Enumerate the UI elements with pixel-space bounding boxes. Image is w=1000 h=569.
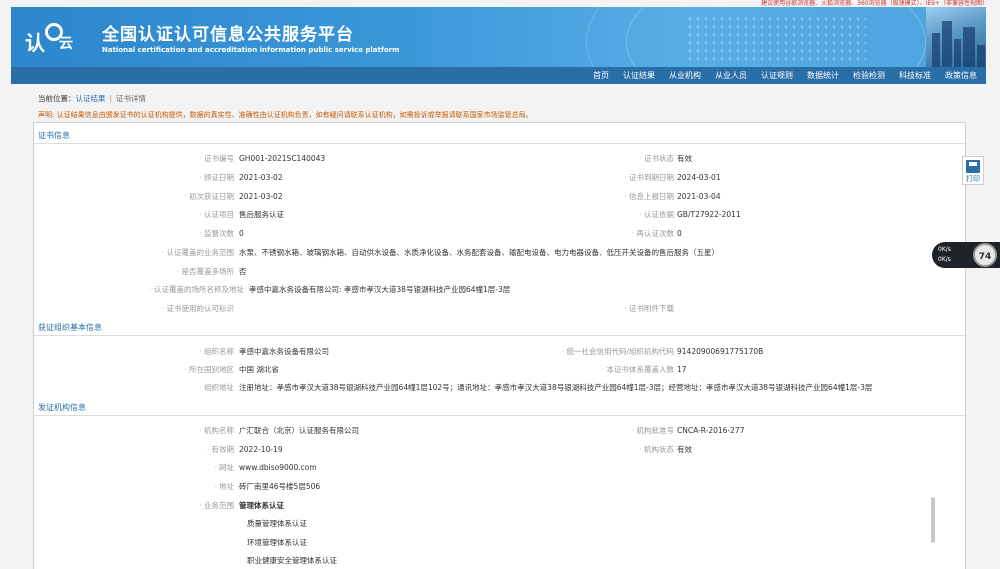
issuer-website-link[interactable]: www.dbiso9000.com: [239, 463, 317, 473]
declaration-text: 声明: 认证结果信息由颁发证书的认证机构提供，数据的真实性、准确性由认证机构负责…: [38, 111, 533, 119]
network-speed-widget[interactable]: 0K/s 0K/s 74: [932, 242, 1000, 268]
breadcrumb-current: 证书详情: [116, 94, 147, 103]
print-button[interactable]: 打印: [962, 156, 984, 185]
browser-notice: 建议使用谷歌浏览器、火狐浏览器、360浏览器（极速模式）、IE9+（非兼容性视图…: [761, 0, 988, 7]
site-title: 全国认证认可信息公共服务平台: [102, 25, 354, 45]
issuer-section-title: 发证机构信息: [38, 403, 86, 412]
nav-personnel[interactable]: 从业人员: [708, 67, 754, 84]
download-speed: 0K/s: [938, 256, 951, 263]
site-subtitle: National certification and accreditation…: [102, 46, 400, 54]
breadcrumb: 当前位置：认证结果 | 证书详情: [38, 94, 147, 103]
site-logo[interactable]: 认 云: [25, 19, 85, 59]
main-nav: 首页 认证结果 从业机构 从业人员 认证规则 数据统计 检验检测 科技标准 政策…: [11, 67, 986, 84]
nav-statistics[interactable]: 数据统计: [800, 67, 846, 84]
nav-home[interactable]: 首页: [586, 67, 616, 84]
attachment-download[interactable]: 证书附件下载: [574, 304, 674, 314]
usage-gauge: 74: [973, 243, 997, 267]
city-image: [926, 7, 986, 67]
nav-inspection[interactable]: 检验检测: [846, 67, 892, 84]
org-section-title: 获证组织基本信息: [38, 323, 102, 332]
nav-cert-results[interactable]: 认证结果: [616, 67, 662, 84]
nav-institutions[interactable]: 从业机构: [662, 67, 708, 84]
upload-speed: 0K/s: [938, 246, 951, 253]
cert-section-title: 证书信息: [38, 131, 70, 140]
breadcrumb-link[interactable]: 认证结果: [76, 94, 106, 103]
nav-cert-rules[interactable]: 认证规则: [754, 67, 800, 84]
nav-standards[interactable]: 科技标准: [892, 67, 938, 84]
printer-icon: [966, 160, 980, 173]
detail-panel: 证书信息 证书编号 GH001-2021SC140043 证书状态 有效 颁证日…: [33, 122, 966, 569]
header-banner: 认 云 全国认证认可信息公共服务平台 National certificatio…: [11, 7, 986, 67]
nav-policy[interactable]: 政策信息: [938, 67, 984, 84]
scrollbar-thumb[interactable]: [931, 497, 935, 543]
